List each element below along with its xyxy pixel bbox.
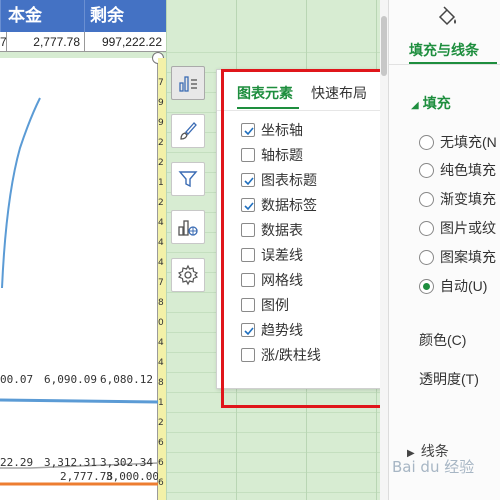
radio-button[interactable] — [419, 249, 434, 265]
fill-option-picture[interactable]: 图片或纹 — [419, 219, 496, 237]
header-separator — [0, 0, 1, 32]
radio-label: 图片或纹 — [440, 220, 496, 236]
color-label: 颜色(C) — [419, 332, 467, 348]
spreadsheet-area[interactable]: 本金 剩余 7 2,777.78 997,222.22 00.07 6,090.0… — [0, 0, 380, 500]
header-principal: 本金 — [8, 6, 42, 25]
row-number: 8 — [158, 298, 164, 308]
row-number: 4 — [158, 238, 164, 248]
series-upper-curve — [1, 97, 41, 289]
row-number: 9 — [158, 98, 164, 108]
table-header-row: 本金 剩余 — [0, 0, 166, 32]
fill-option-pattern[interactable]: 图案填充 — [419, 248, 496, 266]
row-number: 6 — [158, 438, 164, 448]
watermark-logo: Bai du 经验 — [392, 458, 475, 476]
row-number: 2 — [158, 138, 164, 148]
collapse-triangle-icon: ◢ — [411, 100, 419, 111]
radio-button[interactable] — [419, 191, 434, 207]
row-number: 2 — [158, 158, 164, 168]
fill-option-none[interactable]: 无填充(N — [419, 133, 497, 151]
chart-layout-icon — [178, 220, 198, 236]
row-number: 8 — [158, 378, 164, 388]
row-number: 6 — [158, 478, 164, 488]
table-row[interactable]: 7 2,777.78 997,222.22 — [0, 32, 166, 52]
data-label: 00.07 — [0, 373, 33, 386]
fill-option-gradient[interactable]: 渐变填充 — [419, 190, 496, 208]
radio-button[interactable] — [419, 220, 434, 236]
row-number: 7 — [158, 278, 164, 288]
row-number: 1 — [158, 398, 164, 408]
row-number: 4 — [158, 358, 164, 368]
data-label: 3,302.34 — [100, 456, 153, 469]
transparency-label: 透明度(T) — [419, 371, 479, 387]
cell-separator — [6, 32, 7, 52]
chart-filter-button[interactable] — [171, 162, 205, 196]
cell-remaining[interactable]: 997,222.22 — [102, 32, 162, 52]
format-pane: 填充与线条 ◢ 填充 无填充(N 纯色填充 渐变填充 图片或纹 图案填充 自动(U… — [388, 0, 500, 500]
grid-line — [163, 412, 380, 413]
fill-section-label: 填充 — [422, 95, 451, 111]
tab-fill-and-line[interactable]: 填充与线条 — [409, 40, 479, 60]
scrollbar-thumb[interactable] — [381, 16, 387, 76]
radio-label: 自动(U) — [440, 278, 488, 294]
row-number: 4 — [158, 218, 164, 228]
row-number: 9 — [158, 118, 164, 128]
chart-object[interactable]: 00.07 6,090.09 6,080.12 22.29 3,312.31 3,302.… — [0, 58, 158, 500]
data-label: 3,312.31 — [44, 456, 97, 469]
row-number: 0 — [158, 318, 164, 328]
data-label: 6,090.09 — [44, 373, 97, 386]
chart-elements-button[interactable] — [171, 66, 205, 100]
fill-option-automatic[interactable]: 自动(U) — [419, 277, 487, 295]
grid-line — [163, 472, 380, 473]
data-label: 22.29 — [0, 456, 33, 469]
row-number: 1 — [158, 178, 164, 188]
fill-option-solid[interactable]: 纯色填充 — [419, 161, 496, 179]
row-number: 4 — [158, 258, 164, 268]
pane-divider — [389, 64, 500, 65]
chart-elements-icon — [179, 76, 197, 92]
fill-section-title[interactable]: ◢ 填充 — [411, 93, 451, 113]
row-number: 2 — [158, 198, 164, 208]
data-label: 3,000.00 — [106, 470, 158, 483]
cell-separator — [84, 32, 85, 52]
radio-label: 纯色填充 — [440, 162, 496, 178]
row-number: 7 — [158, 78, 164, 88]
grid-line — [163, 432, 380, 433]
chart-style-button[interactable] — [171, 114, 205, 148]
series-upper-line — [0, 398, 158, 404]
radio-label: 图案填充 — [440, 249, 496, 265]
radio-label: 无填充(N — [440, 134, 497, 150]
grid-line — [163, 52, 380, 53]
annotation-highlight-box — [221, 69, 380, 408]
chart-settings-gear-icon — [177, 264, 199, 286]
radio-label: 渐变填充 — [440, 191, 496, 207]
data-label: 6,080.12 — [100, 373, 153, 386]
vertical-scrollbar[interactable] — [380, 0, 388, 500]
header-remaining: 剩余 — [90, 6, 124, 25]
fill-bucket-icon[interactable] — [435, 6, 459, 30]
chart-layout-button[interactable] — [171, 210, 205, 244]
radio-button[interactable] — [419, 278, 434, 294]
grid-line — [166, 0, 167, 500]
chart-filter-icon — [178, 171, 198, 188]
chart-style-brush-icon — [180, 122, 197, 140]
chart-canvas: 00.07 6,090.09 6,080.12 22.29 3,312.31 3,302.… — [0, 97, 158, 486]
radio-button[interactable] — [419, 134, 434, 150]
row-number: 2 — [158, 418, 164, 428]
grid-line — [163, 492, 380, 493]
row-number: 4 — [158, 338, 164, 348]
cell-principal[interactable]: 2,777.78 — [33, 32, 80, 52]
header-separator — [84, 0, 85, 32]
chart-settings-button[interactable] — [171, 258, 205, 292]
grid-line — [163, 452, 380, 453]
row-number-column: 799221244478044812666 — [158, 58, 166, 500]
radio-button[interactable] — [419, 162, 434, 178]
row-number: 6 — [158, 458, 164, 468]
